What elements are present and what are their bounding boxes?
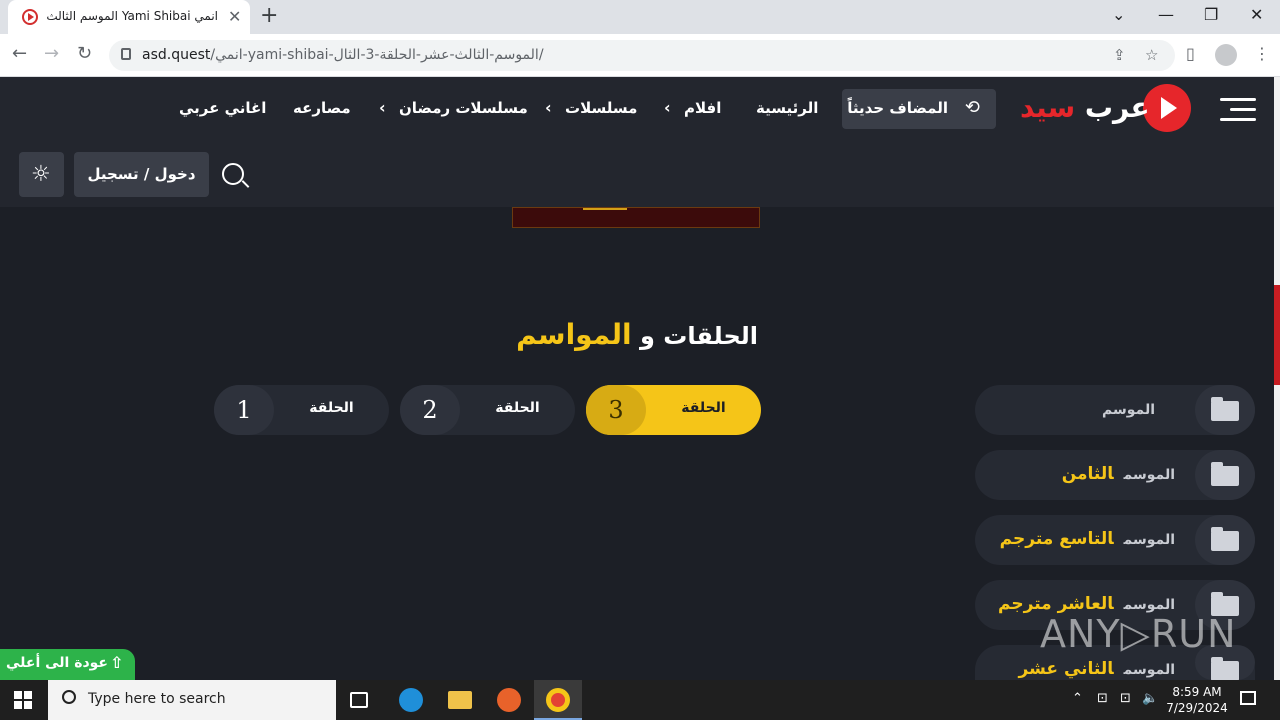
browser-tabbar: انمي Yami Shibai الموسم الثالث عشر ✕ + ⌄…: [0, 0, 1280, 34]
chevron-icon[interactable]: ‹: [545, 98, 552, 117]
profile-avatar[interactable]: [1215, 44, 1237, 66]
firefox-icon[interactable]: [497, 688, 521, 712]
episode-button[interactable]: 1 الحلقة: [214, 385, 389, 435]
episode-number: 2: [400, 385, 460, 435]
forward-button[interactable]: →: [44, 43, 59, 64]
network-icon[interactable]: ⊡: [1120, 691, 1131, 706]
close-tab-icon[interactable]: ✕: [228, 7, 241, 26]
taskbar-search-placeholder: Type here to search: [88, 691, 226, 707]
clock-time: 8:59 AM: [1172, 685, 1222, 699]
recently-added-button[interactable]: المضاف حديثاً ⟲: [842, 89, 996, 129]
taskbar-search-input[interactable]: Type here to search: [48, 680, 336, 720]
tray-device-icon[interactable]: ⊡: [1097, 691, 1108, 706]
season-item[interactable]: الموسمالثامن: [975, 450, 1255, 500]
scrollbar-thumb[interactable]: [1274, 285, 1280, 385]
site-favicon-icon: [22, 9, 38, 25]
restore-button[interactable]: ❐: [1204, 5, 1218, 24]
clock-date: 7/29/2024: [1166, 701, 1228, 715]
season-label: الموسمالثامن: [1061, 464, 1175, 484]
episode-label: الحلقة: [309, 400, 354, 416]
page-scrollbar[interactable]: [1274, 77, 1280, 680]
back-to-top-label: عودة الى أعلي: [6, 655, 108, 671]
search-icon[interactable]: [222, 163, 244, 185]
tab-search-icon[interactable]: ⌄: [1112, 5, 1125, 24]
episode-button[interactable]: 2 الحلقة: [400, 385, 575, 435]
nav-movies[interactable]: افلام: [684, 99, 721, 117]
tray-chevron-icon[interactable]: ⌃: [1072, 691, 1083, 706]
season-label: الموسمالعاشر مترجم: [998, 594, 1175, 614]
browser-toolbar: ← → ↻ asd.quest/انمي-yami-shibai-الموسم-…: [0, 34, 1280, 77]
file-explorer-icon[interactable]: [448, 691, 472, 709]
browser-menu-icon[interactable]: ⋮: [1254, 44, 1270, 63]
season-label: الموسمالتاسع مترجم: [999, 529, 1175, 549]
episode-number: 3: [586, 385, 646, 435]
nav-series[interactable]: مسلسلات: [565, 99, 637, 117]
edge-icon[interactable]: [399, 688, 423, 712]
nav-ramadan-series[interactable]: مسلسلات رمضان: [399, 99, 528, 117]
section-title: الحلقات و المواسم: [516, 318, 758, 351]
login-register-label: دخول / تسجيل: [87, 165, 196, 183]
back-button[interactable]: ←: [12, 43, 27, 64]
login-register-button[interactable]: دخول / تسجيل: [74, 152, 209, 197]
site-logo-text[interactable]: عرب سيد: [1020, 91, 1150, 124]
episode-label: الحلقة: [681, 400, 726, 416]
side-panel-icon[interactable]: ▯: [1186, 44, 1195, 63]
windows-taskbar: Type here to search ⌃ ⊡ ⊡ 🔈 8:59 AM 7/29…: [0, 680, 1280, 720]
season-label: الموسمالثاني عشر: [1018, 659, 1175, 679]
tab-title: انمي Yami Shibai الموسم الثالث عشر: [46, 9, 218, 23]
arrow-up-icon: ⇧: [110, 653, 124, 672]
chevron-icon[interactable]: ‹: [664, 98, 671, 117]
lock-icon[interactable]: [121, 48, 131, 60]
chrome-icon: [546, 688, 570, 712]
back-to-top-button[interactable]: عودة الى أعلي ⇧: [0, 649, 135, 680]
theme-toggle-button[interactable]: ☼: [19, 152, 64, 197]
search-icon: [62, 690, 76, 704]
window-close-button[interactable]: ✕: [1250, 5, 1263, 24]
history-icon: ⟲: [964, 97, 980, 118]
episode-label: الحلقة: [495, 400, 540, 416]
season-label: الموسم: [1102, 402, 1155, 418]
folder-icon: [1195, 515, 1255, 565]
url-text[interactable]: asd.quest/انمي-yami-shibai-الموسم-الثالث…: [142, 47, 544, 63]
share-icon[interactable]: ⇪: [1113, 46, 1126, 64]
new-tab-button[interactable]: +: [260, 3, 278, 28]
taskbar-clock[interactable]: 8:59 AM 7/29/2024: [1164, 684, 1230, 716]
season-item[interactable]: الموسم: [975, 385, 1255, 435]
episode-button[interactable]: 3 الحلقة: [586, 385, 761, 435]
nav-home[interactable]: الرئيسية: [756, 99, 818, 117]
chevron-icon[interactable]: ‹: [379, 98, 386, 117]
chrome-taskbar-button[interactable]: [534, 680, 582, 720]
volume-icon[interactable]: 🔈: [1142, 691, 1158, 706]
season-item[interactable]: الموسمالتاسع مترجم: [975, 515, 1255, 565]
nav-wrestling[interactable]: مصارعه: [293, 99, 351, 117]
notification-icon[interactable]: [1240, 691, 1256, 705]
hamburger-menu-icon[interactable]: [1220, 98, 1256, 128]
poster-image[interactable]: [512, 207, 760, 228]
sun-icon: ☼: [31, 162, 51, 187]
windows-start-icon[interactable]: [14, 691, 32, 709]
browser-tab[interactable]: انمي Yami Shibai الموسم الثالث عشر ✕: [8, 0, 250, 34]
bookmark-star-icon[interactable]: ☆: [1145, 46, 1158, 64]
anyrun-watermark: ANY▷RUN: [1040, 612, 1237, 656]
reload-button[interactable]: ↻: [77, 43, 92, 64]
task-view-icon[interactable]: [350, 692, 368, 708]
recently-added-label: المضاف حديثاً: [847, 99, 948, 117]
folder-icon: [1195, 450, 1255, 500]
minimize-button[interactable]: —: [1158, 5, 1174, 24]
site-header: عرب سيد المضاف حديثاً ⟲ الرئيسية افلام ‹…: [0, 77, 1276, 207]
address-bar[interactable]: asd.quest/انمي-yami-shibai-الموسم-الثالث…: [109, 40, 1175, 71]
folder-icon: [1195, 385, 1255, 435]
episode-number: 1: [214, 385, 274, 435]
nav-arabic-songs[interactable]: اغاني عربي: [179, 99, 266, 117]
site-logo-icon[interactable]: [1143, 84, 1191, 132]
